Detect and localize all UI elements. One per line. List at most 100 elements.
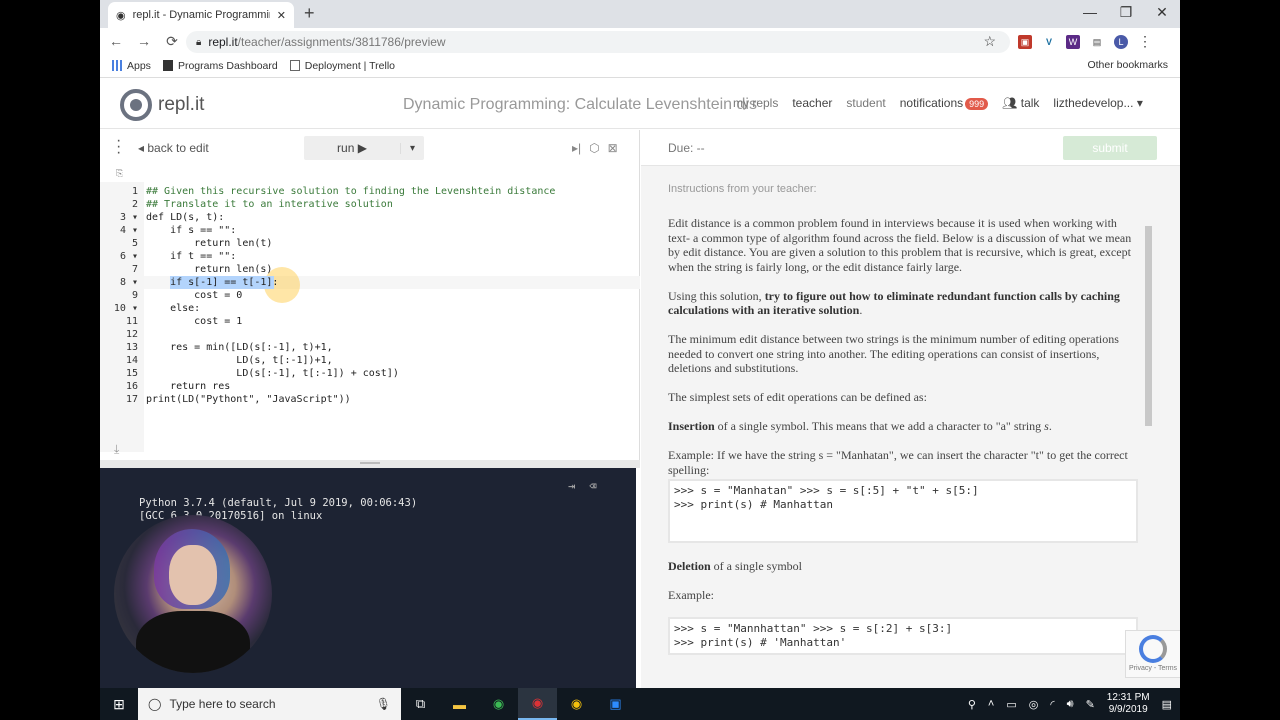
back-to-edit-link[interactable]: ◂ back to edit: [138, 141, 209, 155]
code-line: else:: [146, 303, 201, 314]
people-icon: 👥︎: [1002, 96, 1018, 110]
battery-icon[interactable]: ▭: [1006, 698, 1016, 711]
window-close-button[interactable]: ✕: [1144, 4, 1180, 21]
search-circle-icon: ◯: [148, 697, 162, 711]
step-icon[interactable]: ▸|: [572, 141, 581, 155]
chrome-tray-icon[interactable]: ◎: [1029, 698, 1039, 711]
microphone-icon[interactable]: 🎙: [376, 697, 391, 711]
repl-header: repl.it Dynamic Programming: Calculate L…: [100, 79, 1180, 129]
bookmark-trello[interactable]: Deployment | Trello: [289, 60, 395, 72]
line-number: 16: [125, 381, 138, 392]
pane-divider[interactable]: [100, 460, 640, 468]
volume-icon[interactable]: 🔊︎: [1067, 698, 1074, 711]
repl-favicon-icon: ◉: [116, 9, 126, 22]
minimize-button[interactable]: —: [1072, 4, 1108, 20]
tab-close-icon[interactable]: ✕: [277, 9, 286, 22]
assignment-panel: Due: -- submit Instructions from your te…: [641, 130, 1180, 688]
nav-student[interactable]: student: [846, 96, 885, 110]
line-number: 14: [125, 355, 138, 366]
instr-paragraph: Edit distance is a common problem found …: [668, 216, 1132, 274]
clock[interactable]: 12:31 PM 9/9/2019: [1107, 692, 1150, 716]
browser-toolbar: ← → ⟳ 🔒︎ repl.it/teacher/assignments/381…: [100, 28, 1180, 54]
bookmarks-bar: Apps Programs Dashboard Deployment | Tre…: [100, 54, 1180, 78]
code-line: print(LD("Pythont", "JavaScript")): [146, 394, 351, 405]
line-number: 5: [131, 238, 138, 249]
submit-button[interactable]: submit: [1063, 136, 1157, 160]
network-icon[interactable]: ◜: [1050, 698, 1054, 711]
nav-notifications[interactable]: notifications 999: [900, 96, 989, 110]
user-menu[interactable]: lizthedevelop... ▾: [1053, 96, 1142, 110]
nav-talk[interactable]: 👥︎ talk: [1002, 96, 1039, 110]
kebab-menu-icon[interactable]: · · ·: [116, 133, 122, 161]
run-button[interactable]: run ▶ ▾: [304, 136, 424, 160]
bookmark-programs-dashboard[interactable]: Programs Dashboard: [162, 60, 278, 72]
console-panel[interactable]: ⇥ ⌫ Python 3.7.4 (default, Jul 9 2019, 0…: [100, 468, 636, 688]
bookmark-star-icon[interactable]: ☆: [983, 33, 996, 50]
zoom-icon[interactable]: ▣: [596, 688, 635, 720]
address-bar[interactable]: 🔒︎ repl.it/teacher/assignments/3811786/p…: [186, 31, 1010, 53]
extension-doc-icon[interactable]: ▤: [1090, 34, 1104, 49]
instr-paragraph: Insertion of a single symbol. This means…: [668, 419, 1052, 433]
notifications-tray-icon[interactable]: ▤: [1162, 698, 1172, 711]
reload-icon[interactable]: ⟳: [160, 33, 184, 50]
chrome-profile-icon[interactable]: ◉: [557, 688, 596, 720]
pen-icon[interactable]: ✎: [1086, 698, 1095, 711]
nav-teacher[interactable]: teacher: [792, 96, 832, 110]
forward-arrow-icon[interactable]: →: [132, 33, 156, 49]
line-gutter: 123 ▾ 4 ▾ 5 6 ▾ 7 8 ▾ 9 10 ▾ 11 12 13 14 15 16 17: [100, 182, 144, 452]
back-arrow-icon[interactable]: ←: [104, 33, 128, 49]
due-bar: Due: -- submit: [641, 130, 1180, 166]
file-icon[interactable]: ⎘: [116, 168, 123, 179]
other-bookmarks[interactable]: Other bookmarks: [1081, 59, 1168, 71]
line-number: 13: [125, 342, 138, 353]
expand-console-icon[interactable]: ⇥: [568, 479, 575, 493]
bookmark-apps[interactable]: Apps: [112, 60, 151, 72]
windows-start-icon[interactable]: ⊞: [100, 696, 138, 713]
code-line: if t == "":: [146, 251, 237, 262]
repl-logo[interactable]: repl.it: [120, 89, 204, 121]
apps-grid-icon: [112, 60, 122, 71]
browser-window: ◉ repl.it - Dynamic Programming: C ✕ + —…: [100, 0, 1180, 688]
line-number: 10 ▾: [113, 303, 138, 314]
instr-paragraph: Example:: [668, 588, 714, 602]
assignment-title: Dynamic Programming: Calculate Levenshte…: [403, 96, 758, 113]
package-icon[interactable]: ⬡: [589, 141, 599, 155]
code-line: def LD(s, t):: [146, 212, 225, 223]
instr-paragraph: Using this solution, try to figure out h…: [668, 288, 1120, 318]
nav-my-repls[interactable]: my repls: [733, 96, 778, 110]
extension-v-icon[interactable]: V: [1042, 34, 1056, 49]
editor-icons: ▸| ⬡ ⊠: [572, 141, 618, 155]
line-number: 15: [125, 368, 138, 379]
code-area[interactable]: ## Given this recursive solution to find…: [146, 185, 636, 406]
profile-avatar[interactable]: L: [1114, 34, 1128, 49]
run-dropdown-icon[interactable]: ▾: [400, 142, 424, 154]
code-line: if s == "":: [146, 225, 237, 236]
tray-chevron-icon[interactable]: ˄: [988, 698, 994, 710]
new-tab-button[interactable]: +: [304, 3, 315, 24]
instructions-scrollbar[interactable]: [1143, 216, 1153, 656]
people-tray-icon[interactable]: ⚲: [968, 698, 976, 711]
recaptcha-badge[interactable]: Privacy - Terms: [1125, 630, 1180, 678]
clear-console-icon[interactable]: ⌫: [589, 479, 596, 493]
instr-paragraph: Example: If we have the string s = "Manh…: [668, 448, 1128, 477]
collapse-icon[interactable]: ⊠: [608, 141, 618, 155]
line-number: 4 ▾: [119, 225, 138, 236]
chrome-active-icon[interactable]: ◉: [518, 688, 557, 720]
taskbar-search[interactable]: ◯ Type here to search 🎙: [138, 688, 401, 720]
repl-logo-icon: [120, 89, 152, 121]
editor-toolbar: · · · ◂ back to edit run ▶ ▾ ▸| ⬡ ⊠: [100, 130, 640, 166]
extension-w-icon[interactable]: W: [1066, 34, 1080, 49]
url-path: /teacher/assignments/3811786/preview: [237, 35, 446, 49]
download-icon[interactable]: ⤓: [114, 442, 119, 457]
task-view-icon[interactable]: ⧉: [401, 688, 440, 720]
browser-menu-icon[interactable]: ⋮: [1138, 33, 1152, 50]
chrome-icon[interactable]: ◉: [479, 688, 518, 720]
line-number: 6 ▾: [119, 251, 138, 262]
line-number: 11: [125, 316, 138, 327]
extension-red-icon[interactable]: ▣: [1018, 34, 1032, 49]
restore-button[interactable]: ❐: [1108, 4, 1144, 21]
file-explorer-icon[interactable]: ▬: [440, 688, 479, 720]
browser-tab[interactable]: ◉ repl.it - Dynamic Programming: C ✕: [108, 2, 294, 28]
code-line: LD(s, t[:-1])+1,: [146, 355, 333, 366]
code-line: cost = 1: [146, 316, 243, 327]
